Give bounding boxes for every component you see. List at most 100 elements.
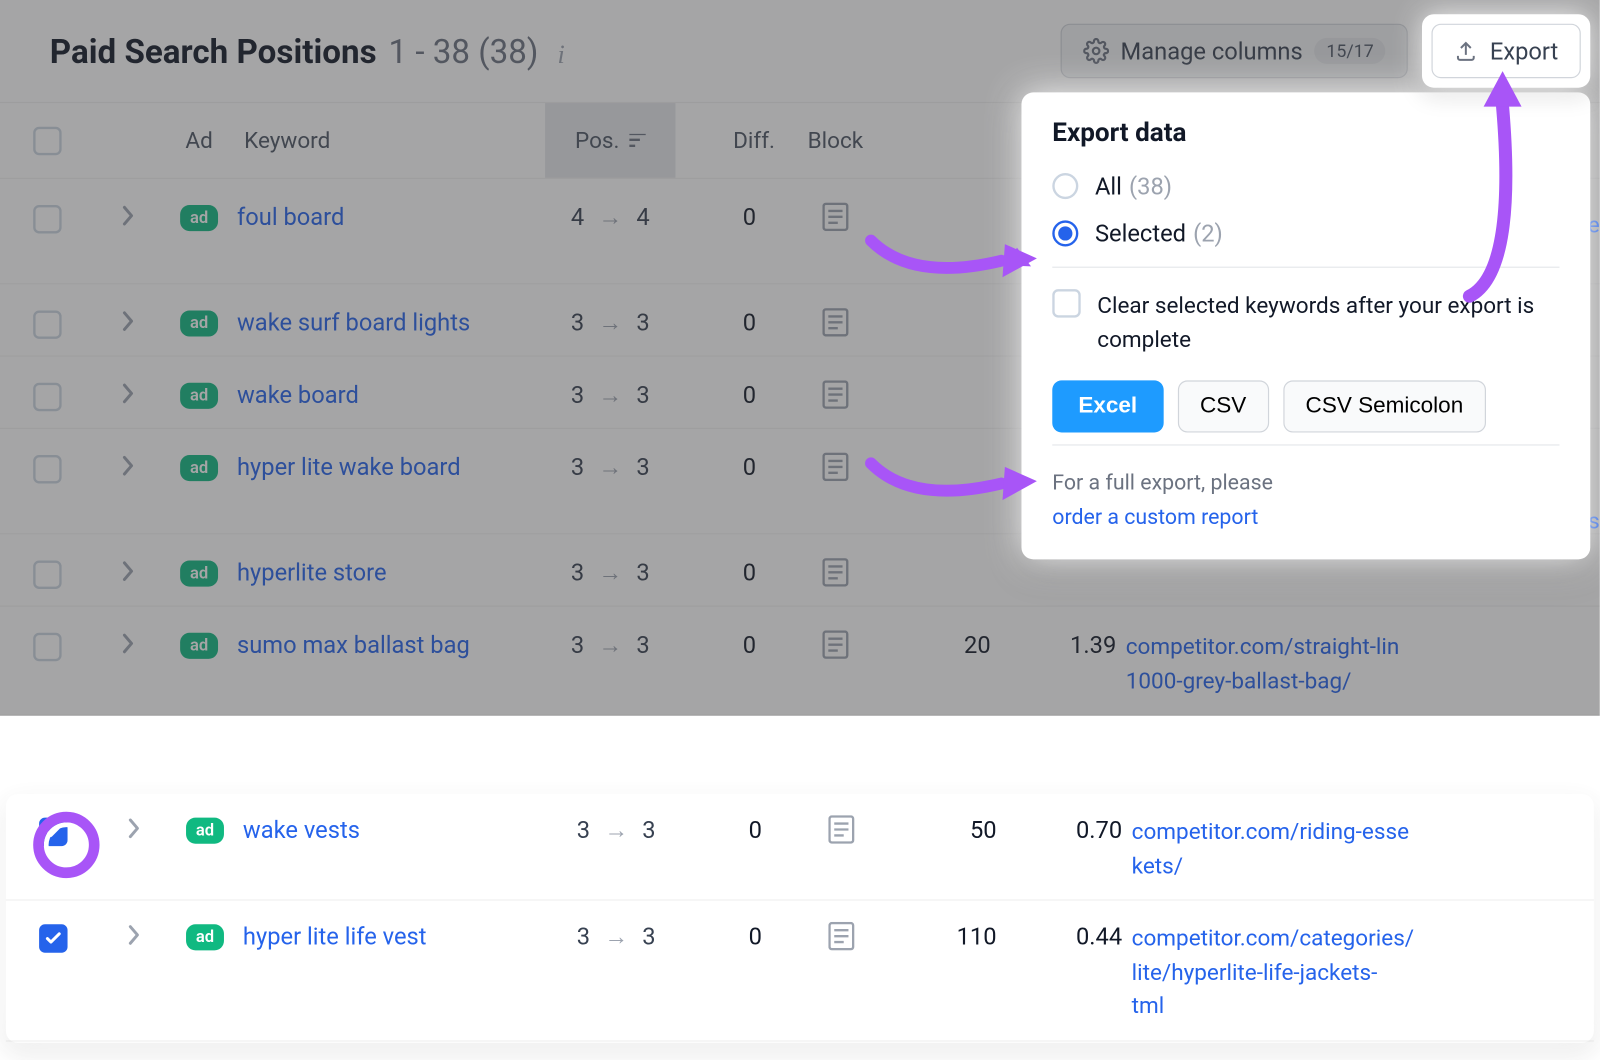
diff-cell: 0 xyxy=(675,558,782,586)
position-cell: 3→3 xyxy=(545,630,675,660)
ad-badge: ad xyxy=(180,633,217,659)
block-cell[interactable] xyxy=(788,815,895,843)
col-position[interactable]: Pos. xyxy=(545,103,675,178)
chevron-right-icon xyxy=(121,383,135,404)
url-cell[interactable]: competitor.com/categories/lite/hyperlite… xyxy=(1132,922,1488,1023)
row-checkbox[interactable] xyxy=(33,383,61,411)
diff-cell: 0 xyxy=(681,922,788,950)
ad-badge: ad xyxy=(186,818,223,844)
block-icon xyxy=(822,453,848,481)
expand-row[interactable] xyxy=(95,203,161,227)
manage-columns-button[interactable]: Manage columns 15/17 xyxy=(1060,24,1408,79)
page-range: 1 - 38 (38) xyxy=(388,31,538,70)
upload-icon xyxy=(1454,39,1478,63)
diff-cell: 0 xyxy=(675,453,782,481)
export-popup: Export data All (38) Selected (2) Clear … xyxy=(1021,92,1590,558)
row-checkbox[interactable] xyxy=(39,924,67,952)
ad-badge: ad xyxy=(180,310,217,336)
url-cell[interactable]: competitor.com/riding-essekets/ xyxy=(1132,815,1488,883)
export-button-highlight[interactable]: Export xyxy=(1432,24,1581,79)
diff-cell: 0 xyxy=(675,630,782,658)
expand-row[interactable] xyxy=(95,308,161,332)
expand-row[interactable] xyxy=(95,558,161,582)
export-option-all[interactable]: All (38) xyxy=(1052,172,1559,200)
chevron-right-icon xyxy=(127,818,141,839)
row-checkbox[interactable] xyxy=(33,205,61,233)
row-checkbox[interactable] xyxy=(33,561,61,589)
chevron-right-icon xyxy=(121,455,135,476)
clear-after-export-checkbox[interactable]: Clear selected keywords after your expor… xyxy=(1052,289,1559,357)
keyword-link[interactable]: hyperlite store xyxy=(237,558,387,586)
export-csv-button[interactable]: CSV xyxy=(1177,380,1268,432)
sort-desc-icon xyxy=(629,133,646,147)
checkbox-icon xyxy=(1052,289,1080,317)
keyword-link[interactable]: wake surf board lights xyxy=(237,308,470,336)
position-cell: 3→3 xyxy=(551,815,681,845)
expand-row[interactable] xyxy=(95,453,161,477)
ad-badge: ad xyxy=(180,561,217,587)
diff-cell: 0 xyxy=(675,308,782,336)
position-cell: 3→3 xyxy=(551,922,681,952)
chevron-right-icon xyxy=(121,310,135,331)
table-row-selected: adwake vests3→30500.70competitor.com/rid… xyxy=(6,794,1594,901)
expand-row[interactable] xyxy=(95,380,161,404)
position-cell: 3→3 xyxy=(545,558,675,588)
cpc-cell: 1.39 xyxy=(1007,630,1126,658)
export-excel-button[interactable]: Excel xyxy=(1052,380,1163,432)
expand-row[interactable] xyxy=(95,630,161,654)
keyword-link[interactable]: foul board xyxy=(237,203,344,231)
url-cell[interactable]: competitor.com/straight-lin1000-grey-bal… xyxy=(1126,630,1481,698)
toolbar: Paid Search Positions 1 - 38 (38) i Mana… xyxy=(0,0,1600,103)
row-checkbox[interactable] xyxy=(33,633,61,661)
manage-columns-label: Manage columns xyxy=(1121,37,1303,65)
position-cell: 3→3 xyxy=(545,308,675,338)
gear-icon xyxy=(1083,38,1109,64)
block-cell[interactable] xyxy=(782,380,889,408)
block-cell[interactable] xyxy=(782,453,889,481)
position-cell: 3→3 xyxy=(545,453,675,483)
select-all-checkbox[interactable] xyxy=(33,126,61,154)
block-icon xyxy=(822,308,848,336)
ad-badge: ad xyxy=(186,924,223,950)
cpc-cell: 0.70 xyxy=(1013,815,1132,843)
row-checkbox[interactable] xyxy=(33,455,61,483)
radio-checked-icon xyxy=(1052,220,1078,246)
export-footer-note: For a full export, please order a custom… xyxy=(1052,444,1559,535)
radio-unchecked-icon xyxy=(1052,173,1078,199)
diff-cell: 0 xyxy=(675,203,782,231)
block-cell[interactable] xyxy=(782,630,889,658)
block-cell[interactable] xyxy=(788,922,895,950)
block-icon xyxy=(828,922,854,950)
volume-cell: 20 xyxy=(889,630,1008,658)
col-block[interactable]: Block xyxy=(782,127,889,154)
keyword-link[interactable]: sumo max ballast bag xyxy=(237,630,470,658)
expand-row[interactable] xyxy=(101,922,167,946)
row-checkbox[interactable] xyxy=(33,310,61,338)
keyword-link[interactable]: wake vests xyxy=(243,815,360,843)
keyword-link[interactable]: wake board xyxy=(237,380,359,408)
export-csv-semicolon-button[interactable]: CSV Semicolon xyxy=(1283,380,1486,432)
export-popup-title: Export data xyxy=(1052,118,1559,148)
ad-badge: ad xyxy=(180,455,217,481)
volume-cell: 110 xyxy=(895,922,1014,950)
export-option-selected[interactable]: Selected (2) xyxy=(1052,219,1559,247)
block-cell[interactable] xyxy=(782,308,889,336)
table-row: ad sumo max ballast bag 3→30 201.39competit… xyxy=(0,607,1600,716)
info-icon[interactable]: i xyxy=(557,39,564,70)
page-title: Paid Search Positions xyxy=(50,31,377,70)
row-checkbox[interactable] xyxy=(39,818,67,846)
chevron-right-icon xyxy=(121,633,135,654)
col-diff[interactable]: Diff. xyxy=(675,127,782,154)
block-cell[interactable] xyxy=(782,203,889,231)
volume-cell: 50 xyxy=(895,815,1014,843)
block-icon xyxy=(828,815,854,843)
keyword-link[interactable]: hyper lite wake board xyxy=(237,453,461,481)
block-icon xyxy=(822,203,848,231)
expand-row[interactable] xyxy=(101,815,167,839)
block-cell[interactable] xyxy=(782,558,889,586)
keyword-link[interactable]: hyper lite life vest xyxy=(243,922,427,950)
chevron-right-icon xyxy=(121,205,135,226)
order-custom-report-link[interactable]: order a custom report xyxy=(1052,505,1258,530)
col-keyword[interactable]: Keyword xyxy=(237,127,545,154)
col-ad[interactable]: Ad xyxy=(161,127,237,154)
